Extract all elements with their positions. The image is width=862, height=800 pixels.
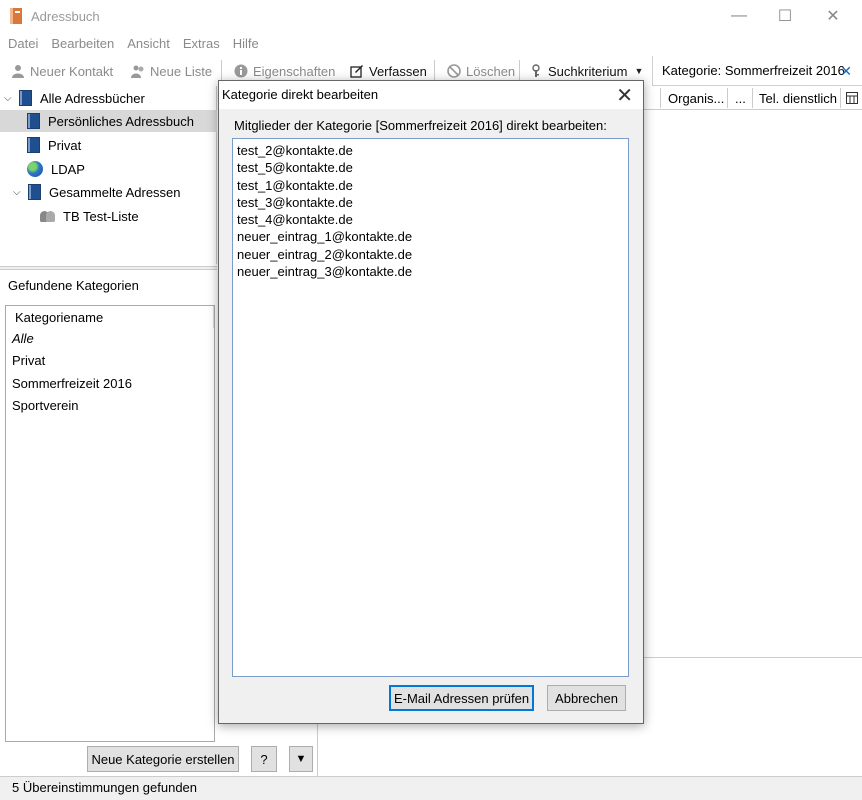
member-line: test_2@kontakte.de: [237, 143, 353, 158]
member-line: test_5@kontakte.de: [237, 160, 353, 176]
dialog-title: Kategorie direkt bearbeiten: [222, 87, 379, 102]
search-criteria-button[interactable]: Suchkriterium ▼: [529, 62, 643, 80]
column-separator: [213, 306, 214, 328]
members-textarea[interactable]: test_2@kontakte.de test_5@kontakte.de te…: [232, 138, 629, 677]
pencil-icon: [350, 65, 363, 78]
new-contact-button[interactable]: Neuer Kontakt: [11, 62, 113, 80]
delete-label: Löschen: [466, 63, 516, 79]
tree-item-label: Privat: [48, 137, 82, 153]
globe-icon: [27, 161, 43, 177]
dialog-title-bar: Kategorie direkt bearbeiten ✕: [219, 81, 643, 109]
member-line: neuer_eintrag_3@kontakte.de: [237, 264, 413, 280]
new-list-button[interactable]: Neue Liste: [131, 62, 212, 80]
toolbar-separator: [519, 60, 520, 82]
member-line: test_4@kontakte.de: [237, 212, 353, 228]
minimize-button[interactable]: —: [716, 0, 762, 32]
new-contact-label: Neuer Kontakt: [30, 63, 114, 79]
dialog-label: Mitglieder der Kategorie [Sommerfreizeit…: [234, 118, 607, 133]
properties-button[interactable]: Eigenschaften: [234, 62, 335, 80]
dialog-close-icon[interactable]: ✕: [616, 83, 633, 108]
new-category-button[interactable]: Neue Kategorie erstellen: [87, 746, 239, 772]
column-header-phone-work[interactable]: Tel. dienstlich: [759, 91, 837, 106]
tab-label: Kategorie: Sommerfreizeit 2016: [662, 63, 845, 78]
tree-item-label: Alle Adressbücher: [40, 90, 145, 106]
mailing-list-icon: [40, 209, 56, 223]
tree-item-privat[interactable]: Privat: [27, 134, 81, 156]
address-book-tree: ⌵ Alle Adressbücher Persönliches Adressb…: [0, 86, 217, 264]
column-header-category-name[interactable]: Kategoriename: [6, 306, 214, 328]
tree-item-label: LDAP: [51, 161, 85, 177]
column-header-organisation[interactable]: Organis...: [668, 91, 724, 106]
cancel-button[interactable]: Abbrechen: [547, 685, 626, 711]
menu-file[interactable]: Datei: [8, 36, 38, 51]
check-email-button[interactable]: E-Mail Adressen prüfen: [389, 685, 534, 711]
menu-extras[interactable]: Extras: [183, 36, 220, 51]
tree-item-label: TB Test-Liste: [63, 208, 139, 224]
new-list-label: Neue Liste: [150, 63, 213, 79]
column-header-more[interactable]: ...: [735, 91, 746, 106]
category-row[interactable]: Alle: [12, 331, 34, 346]
toolbar-separator: [434, 60, 435, 82]
category-row[interactable]: Sommerfreizeit 2016: [12, 376, 132, 391]
toolbar-separator: [221, 60, 222, 82]
member-line: neuer_eintrag_1@kontakte.de: [237, 229, 413, 245]
compose-button[interactable]: Verfassen: [350, 62, 427, 80]
tree-item-all-address-books[interactable]: ⌵ Alle Adressbücher: [4, 87, 145, 109]
edit-category-dialog: Kategorie direkt bearbeiten ✕ Mitglieder…: [218, 80, 644, 724]
panel-splitter[interactable]: [0, 266, 217, 270]
chevron-down-icon[interactable]: ⌵: [4, 93, 16, 104]
chevron-down-icon[interactable]: ⌵: [13, 187, 25, 198]
chevron-down-icon: ▼: [634, 66, 644, 76]
address-book-icon: [19, 90, 32, 106]
title-bar: Adressbuch — ☐ ✕: [0, 0, 862, 32]
column-separator: [752, 88, 753, 108]
member-line: test_1@kontakte.de: [237, 177, 353, 193]
column-separator: [840, 88, 841, 108]
status-bar: 5 Übereinstimmungen gefunden: [0, 776, 862, 800]
compose-label: Verfassen: [369, 63, 427, 79]
menu-help[interactable]: Hilfe: [233, 36, 259, 51]
close-window-button[interactable]: ✕: [810, 0, 856, 32]
delete-button[interactable]: Löschen: [447, 62, 515, 80]
category-menu-button[interactable]: ▼: [289, 746, 313, 772]
no-entry-icon: [447, 64, 461, 78]
column-picker-icon[interactable]: [846, 92, 858, 104]
info-icon: [234, 64, 248, 78]
categories-list[interactable]: Kategoriename Alle Privat Sommerfreizeit…: [5, 305, 215, 742]
menu-edit[interactable]: Bearbeiten: [51, 36, 114, 51]
menu-view[interactable]: Ansicht: [127, 36, 170, 51]
tree-item-collected[interactable]: ⌵ Gesammelte Adressen: [13, 181, 181, 203]
tree-item-test-list[interactable]: TB Test-Liste: [40, 205, 139, 227]
column-separator: [660, 88, 661, 108]
menu-bar: Datei Bearbeiten Ansicht Extras Hilfe: [0, 32, 862, 54]
address-book-icon: [10, 8, 22, 24]
categories-header: Gefundene Kategorien: [8, 278, 139, 293]
tree-item-personal[interactable]: Persönliches Adressbuch: [0, 110, 217, 132]
tab-close-icon[interactable]: ✕: [840, 63, 852, 80]
maximize-button[interactable]: ☐: [762, 0, 808, 32]
address-book-icon: [27, 137, 40, 153]
tree-item-ldap[interactable]: LDAP: [27, 158, 85, 180]
properties-label: Eigenschaften: [253, 63, 336, 79]
tab-category[interactable]: Kategorie: Sommerfreizeit 2016 ✕: [652, 56, 862, 86]
key-icon: [532, 64, 540, 77]
search-criteria-label: Suchkriterium: [548, 63, 628, 79]
category-row[interactable]: Sportverein: [12, 398, 78, 413]
results-column-headers: Organis... ... Tel. dienstlich: [643, 86, 862, 110]
group-icon: [131, 65, 144, 78]
member-line: test_3@kontakte.de: [237, 194, 353, 210]
person-icon: [12, 65, 24, 78]
help-button[interactable]: ?: [251, 746, 277, 772]
member-line: neuer_eintrag_2@kontakte.de: [237, 246, 413, 262]
address-book-icon: [28, 184, 41, 200]
tree-item-label: Persönliches Adressbuch: [48, 113, 194, 129]
address-book-icon: [27, 113, 40, 129]
window-title: Adressbuch: [31, 9, 100, 24]
category-row[interactable]: Privat: [12, 353, 45, 368]
tree-item-label: Gesammelte Adressen: [49, 184, 181, 200]
column-separator: [727, 88, 728, 108]
